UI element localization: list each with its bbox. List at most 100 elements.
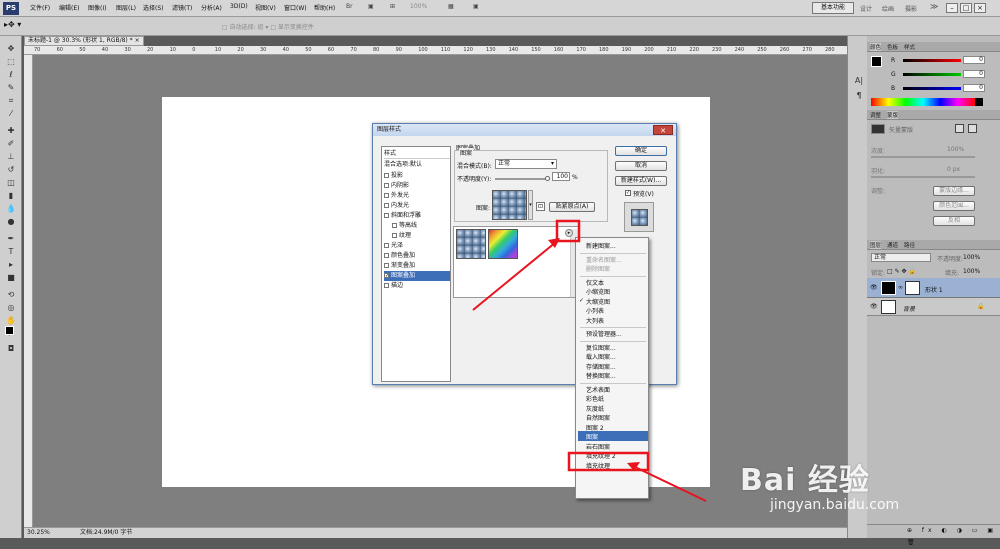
- minimize-icon[interactable]: –: [946, 3, 958, 13]
- quick-mask-icon[interactable]: ◘: [4, 344, 18, 354]
- style-checkbox[interactable]: [392, 223, 397, 228]
- style-item[interactable]: 渐变叠加: [384, 261, 450, 271]
- menu-item[interactable]: 预设管理器...: [586, 329, 622, 338]
- new-preset-icon[interactable]: ⊡: [536, 202, 545, 211]
- style-checkbox[interactable]: [384, 283, 389, 288]
- tab-color[interactable]: 颜色: [870, 43, 882, 51]
- style-item[interactable]: 颜色叠加: [384, 251, 450, 261]
- menu-3d[interactable]: 3D(D): [230, 3, 248, 10]
- style-item[interactable]: 斜面和浮雕: [384, 211, 450, 221]
- style-item[interactable]: 等高线: [392, 221, 458, 231]
- menu-item[interactable]: 图案 2: [586, 423, 604, 432]
- style-checkbox[interactable]: [384, 243, 389, 248]
- vector-mask-icon[interactable]: [968, 124, 977, 133]
- style-item[interactable]: 外发光: [384, 191, 450, 201]
- zoom-level-icon[interactable]: ⊞: [390, 3, 395, 10]
- menu-item[interactable]: 图案: [586, 432, 598, 441]
- style-item[interactable]: 内发光: [384, 201, 450, 211]
- type-tool-icon[interactable]: T: [4, 247, 18, 257]
- arrange-documents-icon[interactable]: ▦: [448, 3, 454, 10]
- workspace-photo[interactable]: 摄影: [905, 4, 917, 13]
- tab-adjustments[interactable]: 调整: [870, 111, 881, 119]
- eraser-tool-icon[interactable]: ◫: [4, 178, 18, 188]
- workspace-design[interactable]: 设计: [860, 4, 872, 13]
- foreground-color-swatch[interactable]: [5, 326, 14, 335]
- blend-options-default[interactable]: 混合选项:默认: [384, 160, 450, 170]
- pixel-mask-icon[interactable]: [955, 124, 964, 133]
- menu-layer[interactable]: 图层(L): [116, 3, 136, 12]
- menu-item[interactable]: 灰度纸: [586, 404, 604, 413]
- menu-item[interactable]: 替换图案...: [586, 371, 616, 380]
- menu-item[interactable]: 重命名图案...: [586, 255, 622, 264]
- opacity-slider[interactable]: [495, 178, 550, 180]
- crop-tool-icon[interactable]: ⌗: [4, 96, 18, 106]
- style-checkbox[interactable]: [384, 253, 389, 258]
- screen-mode-icon[interactable]: ▣: [473, 3, 479, 10]
- menu-help[interactable]: 帮助(H): [314, 3, 335, 12]
- brush-tool-icon[interactable]: ✐: [4, 139, 18, 149]
- style-checkbox[interactable]: [384, 183, 389, 188]
- fg-color-chip[interactable]: [871, 56, 882, 67]
- tab-styles[interactable]: 样式: [904, 43, 915, 51]
- mask-edge-button[interactable]: 蒙版边缘...: [933, 186, 975, 196]
- minibridge-icon[interactable]: ▣: [368, 3, 374, 10]
- history-brush-icon[interactable]: ↺: [4, 165, 18, 175]
- lock-icons[interactable]: □ ✎ ✥ 🔒: [887, 268, 916, 275]
- styles-header[interactable]: 样式: [384, 149, 450, 159]
- pattern-picker-arrow-icon[interactable]: ▾: [528, 190, 533, 220]
- fill-value[interactable]: 100%: [963, 268, 980, 275]
- menu-analysis[interactable]: 分析(A): [201, 3, 222, 12]
- r-slider[interactable]: [903, 59, 961, 62]
- layer-row[interactable]: 👁 背景 🔒: [867, 298, 1000, 316]
- menu-item[interactable]: 大缩览图: [586, 297, 610, 306]
- style-checkbox[interactable]: ✓: [384, 273, 389, 279]
- color-range-button[interactable]: 颜色范围...: [933, 201, 975, 211]
- move-tool-icon[interactable]: ▸✥ ▾: [4, 20, 21, 29]
- tab-channels[interactable]: 通道: [887, 241, 898, 249]
- menu-item[interactable]: 自然图案: [586, 413, 610, 422]
- menu-item[interactable]: 大列表: [586, 316, 604, 325]
- status-zoom[interactable]: 30.25%: [27, 528, 50, 538]
- menu-item[interactable]: 填充纹理: [586, 461, 610, 470]
- pen-tool-icon[interactable]: ✒: [4, 234, 18, 244]
- g-slider[interactable]: [903, 73, 961, 76]
- tab-swatches[interactable]: 色板: [887, 43, 898, 51]
- menu-item[interactable]: 岩石图案: [586, 442, 610, 451]
- style-checkbox[interactable]: [384, 263, 389, 268]
- workspace-more[interactable]: ≫: [930, 2, 938, 11]
- opacity-input[interactable]: 100: [552, 172, 570, 181]
- menu-file[interactable]: 文件(F): [30, 3, 50, 12]
- menu-select[interactable]: 选择(S): [143, 3, 164, 12]
- style-checkbox[interactable]: [384, 213, 389, 218]
- lasso-tool-icon[interactable]: ℓ: [4, 70, 18, 80]
- paragraph-panel-icon[interactable]: ¶: [852, 91, 866, 101]
- gradient-tool-icon[interactable]: ▮: [4, 191, 18, 201]
- snap-to-origin-button[interactable]: 贴紧原点(A): [549, 202, 595, 212]
- workspace-paint[interactable]: 绘画: [882, 4, 894, 13]
- density-value[interactable]: 100%: [947, 146, 964, 153]
- style-item[interactable]: 投影: [384, 171, 450, 181]
- menu-item[interactable]: 彩色纸: [586, 394, 604, 403]
- g-value[interactable]: 0: [963, 70, 985, 78]
- menu-item[interactable]: 载入图案...: [586, 352, 616, 361]
- blur-tool-icon[interactable]: 💧: [4, 204, 18, 214]
- tab-paths[interactable]: 路径: [904, 241, 915, 249]
- menu-item[interactable]: 新建图案...: [586, 241, 616, 250]
- quick-select-tool-icon[interactable]: ✎: [4, 83, 18, 93]
- b-slider[interactable]: [903, 87, 961, 90]
- pattern-picker[interactable]: [492, 190, 527, 220]
- feather-value[interactable]: 0 px: [947, 166, 960, 173]
- menu-item[interactable]: 删除图案: [586, 264, 610, 273]
- opacity-slider-handle[interactable]: [545, 176, 550, 181]
- style-checkbox[interactable]: [392, 233, 397, 238]
- hand-tool-icon[interactable]: ✋: [4, 316, 18, 326]
- document-tab[interactable]: 未标题-1 @ 30.3% (形状 1, RGB/8) * ×: [24, 36, 144, 46]
- style-checkbox[interactable]: [384, 203, 389, 208]
- dialog-close-button[interactable]: ✕: [653, 125, 673, 135]
- 3d-orbit-icon[interactable]: ◎: [4, 303, 18, 313]
- eyedropper-tool-icon[interactable]: ⁄: [4, 109, 18, 119]
- popup-menu-arrow-icon[interactable]: ▸: [565, 229, 573, 237]
- bridge-icon[interactable]: Br: [346, 3, 353, 10]
- color-spectrum-black[interactable]: [975, 98, 983, 106]
- shape-tool-icon[interactable]: ■: [4, 273, 18, 283]
